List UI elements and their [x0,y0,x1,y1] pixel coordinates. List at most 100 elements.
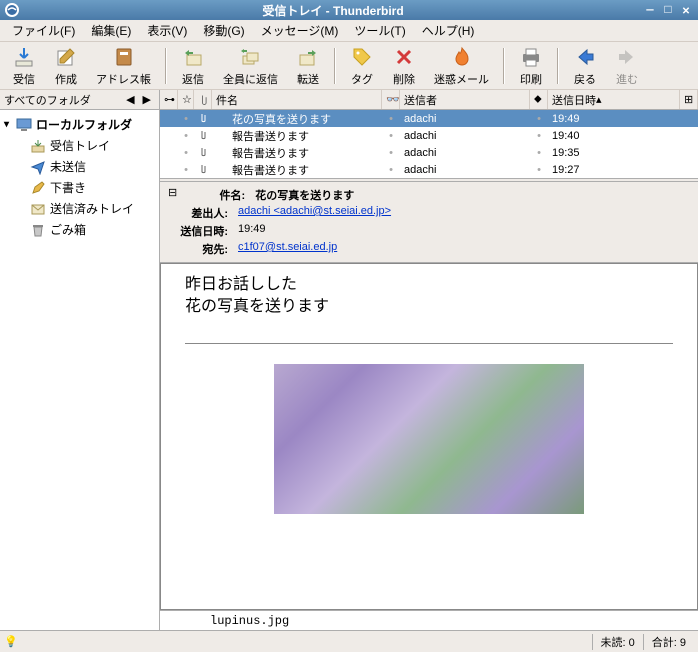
bulb-icon[interactable]: 💡 [4,635,20,648]
toolbar-separator [503,48,505,84]
menu-tools[interactable]: ツール(T) [346,20,413,41]
col-sender[interactable]: 送信者 [400,90,530,109]
message-list: •花の写真を送ります•adachi•19:49•報告書送ります•adachi•1… [160,110,698,178]
title-bar: 受信トレイ - Thunderbird — □ ✕ [0,0,698,20]
col-attachment[interactable] [194,90,212,109]
menu-bar: ファイル(F) 編集(E) 表示(V) 移動(G) メッセージ(M) ツール(T… [0,20,698,42]
menu-help[interactable]: ヘルプ(H) [414,20,483,41]
star-icon[interactable]: • [178,130,194,142]
col-junk[interactable]: ⬥ [530,90,548,109]
header-from-value[interactable]: adachi <adachi@st.seiai.ed.jp> [238,205,391,221]
sidebar-next-icon[interactable]: ▶ [139,93,155,106]
reply-icon [181,45,205,69]
write-button[interactable]: 作成 [46,43,86,89]
col-read[interactable]: 👓 [382,90,400,109]
folder-sent[interactable]: 送信済みトレイ [2,198,157,219]
menu-go[interactable]: 移動(G) [195,20,252,41]
col-date[interactable]: 送信日時▴ [548,90,680,109]
row-sender: adachi [400,113,530,125]
folder-label: ごみ箱 [50,221,86,238]
status-bar: 💡 未読: 0 合計: 9 [0,630,698,652]
junk-icon[interactable]: • [530,164,548,176]
col-thread[interactable]: ⊶ [160,90,178,109]
junk-button[interactable]: 迷惑メール [426,43,497,89]
delete-button[interactable]: 削除 [384,43,424,89]
attachment-icon [194,113,212,124]
flame-icon [450,45,474,69]
menu-file[interactable]: ファイル(F) [4,20,83,41]
junk-icon[interactable]: • [530,130,548,142]
row-date: 19:40 [548,130,698,142]
message-row[interactable]: •報告書送ります•adachi•19:35 [160,144,698,161]
message-body: 昨日お話しした 花の写真を送ります [160,263,698,610]
header-to-value[interactable]: c1f07@st.seiai.ed.jp [238,241,337,257]
trash-icon [30,222,46,238]
folder-inbox[interactable]: 受信トレイ [2,135,157,156]
outbox-icon [30,159,46,175]
addressbook-button[interactable]: アドレス帳 [88,43,159,89]
attachment-bar[interactable]: lupinus.jpg [160,610,698,630]
window-title: 受信トレイ - Thunderbird [24,2,642,19]
toolbar-separator [165,48,167,84]
row-subject: 報告書送ります [212,162,382,178]
inline-image [185,364,673,517]
star-icon[interactable]: • [178,147,194,159]
sidebar-prev-icon[interactable]: ◀ [122,93,138,106]
message-row[interactable]: •報告書送ります•adachi•19:40 [160,127,698,144]
minimize-button[interactable]: — [642,2,658,18]
read-icon[interactable]: • [382,113,400,125]
forward-icon [615,45,639,69]
col-star[interactable]: ☆ [178,90,194,109]
star-icon[interactable]: • [178,113,194,125]
inbox-icon [30,138,46,154]
header-to-label: 宛先: [168,241,228,257]
folder-trash[interactable]: ごみ箱 [2,219,157,240]
forward-button[interactable]: 転送 [288,43,328,89]
junk-icon[interactable]: • [530,147,548,159]
col-subject[interactable]: 件名 [212,90,382,109]
computer-icon [16,117,32,133]
body-line: 昨日お話しした [185,274,673,296]
star-icon[interactable]: • [178,164,194,176]
header-subject-label: 件名: [185,187,245,203]
row-date: 19:35 [548,147,698,159]
menu-message[interactable]: メッセージ(M) [253,20,347,41]
row-sender: adachi [400,130,530,142]
col-picker[interactable]: ⊞ [680,90,698,109]
menu-edit[interactable]: 編集(E) [83,20,139,41]
junk-icon[interactable]: • [530,113,548,125]
read-icon[interactable]: • [382,147,400,159]
folder-unsent[interactable]: 未送信 [2,156,157,177]
folder-sidebar: すべてのフォルダ ◀ ▶ ▾ ローカルフォルダ 受信トレイ 未送信 下書き 送信… [0,90,160,630]
folder-drafts[interactable]: 下書き [2,177,157,198]
menu-view[interactable]: 表示(V) [139,20,195,41]
forward-nav-button: 進む [607,43,647,89]
header-subject-value: 花の写真を送ります [255,187,354,203]
twisty-icon[interactable]: ▾ [4,119,16,130]
maximize-button[interactable]: □ [660,2,676,18]
attachment-icon [194,130,212,141]
row-date: 19:49 [548,113,698,125]
reply-all-button[interactable]: 全員に返信 [215,43,286,89]
printer-icon [519,45,543,69]
row-sender: adachi [400,147,530,159]
message-row[interactable]: •報告書送ります•adachi•19:27 [160,161,698,178]
reply-button[interactable]: 返信 [173,43,213,89]
sidebar-header: すべてのフォルダ ◀ ▶ [0,90,159,110]
row-subject: 報告書送ります [212,145,382,161]
message-row[interactable]: •花の写真を送ります•adachi•19:49 [160,110,698,127]
folder-local[interactable]: ▾ ローカルフォルダ [2,114,157,135]
read-icon[interactable]: • [382,130,400,142]
tag-button[interactable]: タグ [342,43,382,89]
download-icon [12,45,36,69]
folder-label: 受信トレイ [50,137,110,154]
message-list-header: ⊶ ☆ 件名 👓 送信者 ⬥ 送信日時▴ ⊞ [160,90,698,110]
close-button[interactable]: ✕ [678,2,694,18]
collapse-header-icon[interactable]: ⊟ [168,186,177,199]
print-button[interactable]: 印刷 [511,43,551,89]
get-mail-button[interactable]: 受信 [4,43,44,89]
attachment-name[interactable]: lupinus.jpg [210,614,289,628]
header-date-label: 送信日時: [168,223,228,239]
back-button[interactable]: 戻る [565,43,605,89]
read-icon[interactable]: • [382,164,400,176]
